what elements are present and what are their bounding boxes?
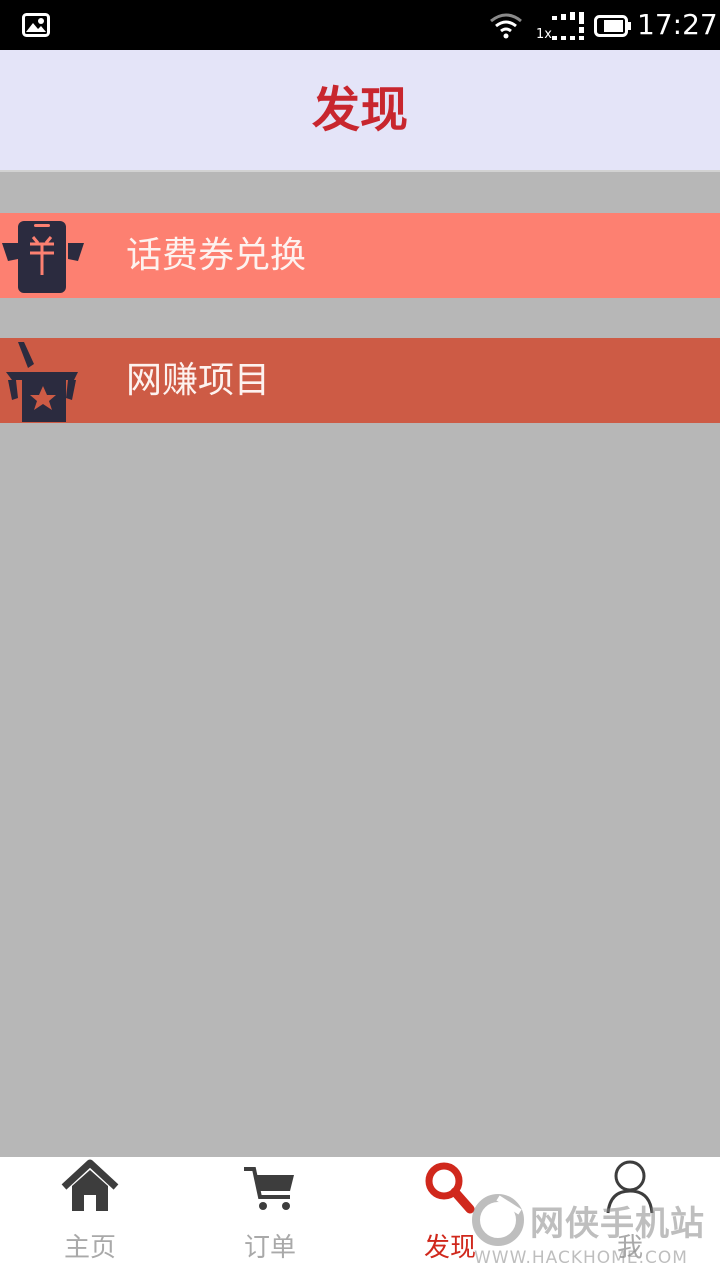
watermark-logo-icon	[472, 1194, 524, 1246]
status-bar: 1x 17:27	[0, 0, 720, 50]
gallery-icon	[22, 13, 50, 37]
menu-item-label: 话费券兑换	[126, 235, 307, 276]
wifi-icon	[490, 13, 522, 39]
nav-tab-label: 订单	[243, 1233, 296, 1263]
page-title: 发现	[311, 82, 408, 138]
network-type-label: 1x	[536, 27, 552, 42]
menu-item-online-earning[interactable]: 网赚项目	[0, 338, 720, 423]
home-icon	[61, 1159, 119, 1211]
menu-item-recharge-coupon[interactable]: 话费券兑换	[0, 213, 720, 298]
menu-item-label: 网赚项目	[126, 360, 271, 401]
phone-yuan-icon	[2, 221, 84, 293]
watermark: 网侠手机站 WWW.HACKHOME.COM	[470, 1192, 720, 1276]
nav-tab-home[interactable]: 主页	[0, 1157, 180, 1280]
status-time: 17:27	[637, 8, 718, 41]
watermark-text: 网侠手机站	[530, 1204, 705, 1244]
battery-icon	[594, 15, 631, 37]
nav-tab-label: 主页	[63, 1233, 116, 1263]
nav-tab-orders[interactable]: 订单	[180, 1157, 360, 1280]
ice-bucket-star-icon	[6, 342, 78, 422]
page-header: 发现	[0, 50, 720, 172]
watermark-url: WWW.HACKHOME.COM	[474, 1248, 688, 1268]
cart-icon	[244, 1167, 294, 1210]
